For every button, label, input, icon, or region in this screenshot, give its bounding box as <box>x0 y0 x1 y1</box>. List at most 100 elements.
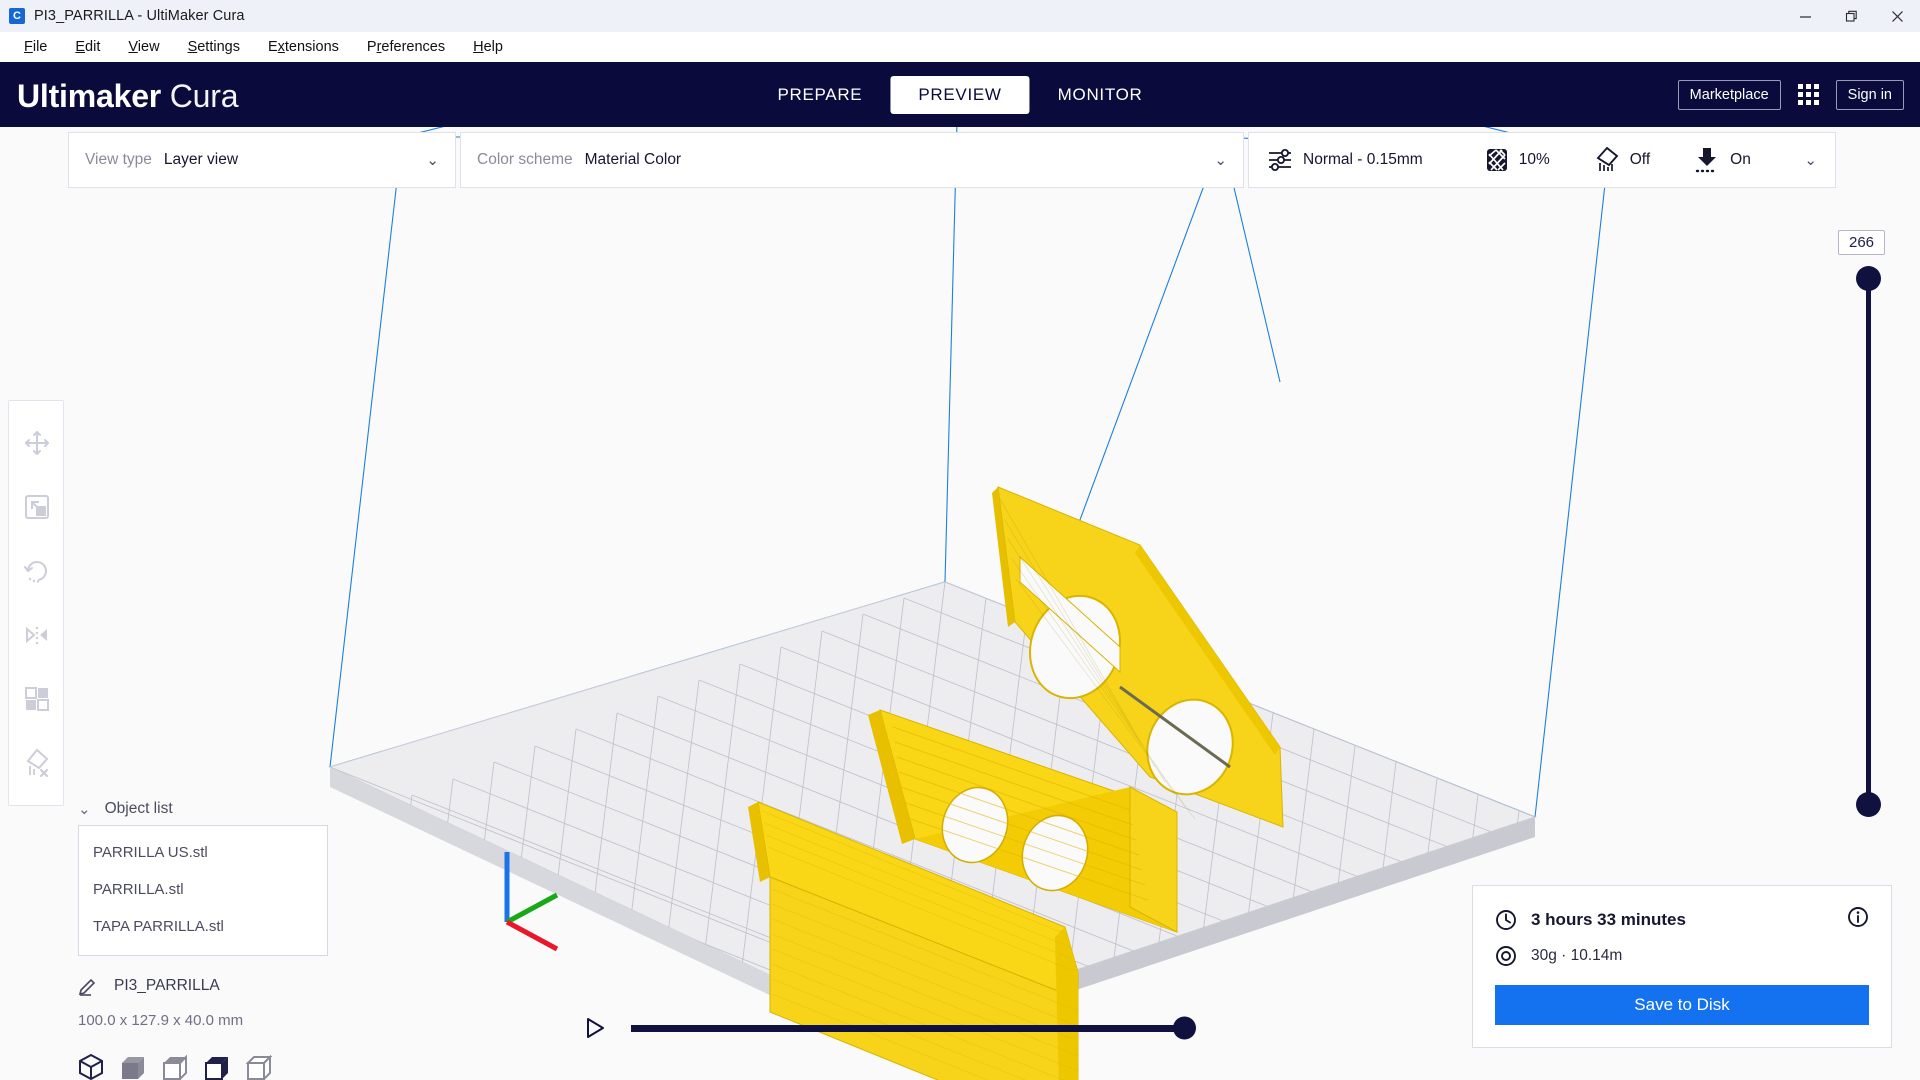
tab-prepare[interactable]: PREPARE <box>749 76 890 114</box>
view-top-icon[interactable] <box>162 1054 188 1080</box>
object-list-panel: ⌄ Object list PARRILLA US.stl PARRILLA.s… <box>78 800 328 1080</box>
preview-settings-bar: View type Layer view ⌄ Color scheme Mate… <box>68 132 1836 188</box>
support-item[interactable]: Off <box>1594 146 1650 174</box>
mirror-tool-button[interactable] <box>9 603 65 667</box>
profile-quality-item[interactable]: Normal - 0.15mm <box>1267 147 1423 173</box>
move-tool-button[interactable] <box>9 411 65 475</box>
apps-grid-icon[interactable] <box>1797 84 1819 105</box>
menu-view[interactable]: View <box>114 35 173 59</box>
spool-icon <box>1496 946 1516 966</box>
tab-preview[interactable]: PREVIEW <box>890 76 1030 114</box>
color-scheme-label: Color scheme <box>477 151 573 168</box>
adhesion-item[interactable]: On <box>1694 146 1751 174</box>
support-icon <box>1596 146 1619 171</box>
menu-extensions[interactable]: Extensions <box>254 35 353 59</box>
project-name-row[interactable]: PI3_PARRILLA <box>78 976 328 996</box>
menu-file[interactable]: File <box>10 35 61 59</box>
layer-slider[interactable]: 266 <box>1838 230 1898 820</box>
infill-value: 10% <box>1518 151 1550 168</box>
menu-settings[interactable]: Settings <box>174 35 254 59</box>
chevron-down-icon: ⌄ <box>426 152 439 169</box>
marketplace-button[interactable]: Marketplace <box>1677 79 1781 110</box>
view-type-dropdown[interactable]: View type Layer view ⌄ <box>68 132 456 188</box>
per-model-settings-button[interactable] <box>9 667 65 731</box>
tab-monitor[interactable]: MONITOR <box>1030 76 1171 114</box>
color-scheme-value: Material Color <box>584 151 682 168</box>
print-time-row: 3 hours 33 minutes <box>1495 906 1869 933</box>
header-actions: Marketplace Sign in <box>1677 62 1904 127</box>
object-list: PARRILLA US.stl PARRILLA.stl TAPA PARRIL… <box>78 825 328 956</box>
model-tools-panel <box>8 400 64 806</box>
per-model-settings-icon <box>25 687 49 711</box>
menu-file-label: ile <box>32 39 48 55</box>
path-slider-track[interactable] <box>631 1016 1196 1040</box>
scale-icon <box>25 495 49 519</box>
rotate-tool-button[interactable] <box>9 539 65 603</box>
project-dimensions: 100.0 x 127.9 x 40.0 mm <box>78 1012 244 1029</box>
stage-tabs: PREPARE PREVIEW MONITOR <box>749 76 1170 114</box>
menu-edit-label: dit <box>85 39 101 55</box>
minimize-icon <box>1799 15 1811 18</box>
adhesion-value: On <box>1730 151 1751 168</box>
mirror-icon <box>26 626 47 645</box>
app-header: Ultimaker Cura PREPARE PREVIEW MONITOR M… <box>0 62 1920 127</box>
play-icon[interactable] <box>585 1017 605 1039</box>
print-settings-expand-icon[interactable]: ⌄ <box>1804 151 1817 169</box>
maximize-button[interactable] <box>1828 0 1874 32</box>
project-info: PI3_PARRILLA 100.0 x 127.9 x 40.0 mm <box>78 976 328 1080</box>
support-blocker-icon <box>26 748 49 778</box>
logo-cura: Cura <box>169 78 239 114</box>
color-scheme-dropdown[interactable]: Color scheme Material Color ⌄ <box>460 132 1244 188</box>
print-info-button[interactable] <box>1847 906 1869 933</box>
menu-extensions-label: tensions <box>284 39 339 55</box>
menu-settings-label: ettings <box>197 39 240 55</box>
list-item[interactable]: TAPA PARRILLA.stl <box>79 908 327 945</box>
infill-item[interactable]: 10% <box>1485 147 1550 173</box>
pencil-icon <box>78 978 96 996</box>
cura-logo: Ultimaker Cura <box>17 78 239 115</box>
layer-slider-lower-handle[interactable] <box>1856 792 1881 817</box>
menu-bar: File Edit View Settings Extensions Prefe… <box>0 32 1920 62</box>
layer-slider-upper-handle[interactable] <box>1856 266 1881 291</box>
print-settings-selector[interactable]: Normal - 0.15mm 10% Off On ⌄ <box>1248 132 1836 188</box>
adhesion-icon <box>1695 148 1719 173</box>
chevron-down-icon: ⌄ <box>1214 152 1227 169</box>
list-item[interactable]: PARRILLA.stl <box>79 871 327 908</box>
material-value: 30g · 10.14m <box>1531 947 1623 964</box>
view-left-icon[interactable] <box>204 1055 230 1080</box>
menu-preferences[interactable]: Preferences <box>353 35 459 59</box>
menu-help[interactable]: Help <box>459 35 517 59</box>
menu-preferences-label: eferences <box>381 39 446 55</box>
support-blocker-button[interactable] <box>9 731 65 795</box>
profile-value: Normal - 0.15mm <box>1303 151 1423 168</box>
close-button[interactable] <box>1874 0 1920 32</box>
infill-grid-icon <box>1486 149 1507 171</box>
cura-app-icon: C <box>9 8 25 24</box>
sign-in-button[interactable]: Sign in <box>1835 79 1904 110</box>
path-slider[interactable] <box>585 1014 1196 1042</box>
menu-edit[interactable]: Edit <box>61 35 114 59</box>
object-list-header[interactable]: ⌄ Object list <box>78 800 328 825</box>
clock-icon <box>1496 909 1516 930</box>
layer-slider-track[interactable] <box>1866 272 1871 807</box>
path-slider-handle[interactable] <box>1173 1016 1196 1040</box>
window-title-bar: C PI3_PARRILLA - UltiMaker Cura <box>0 0 1920 32</box>
view-type-value: Layer view <box>163 151 239 168</box>
project-name: PI3_PARRILLA <box>114 977 220 994</box>
print-time-value: 3 hours 33 minutes <box>1531 909 1686 929</box>
list-item[interactable]: PARRILLA US.stl <box>79 834 327 871</box>
view-3d-icon[interactable] <box>78 1053 104 1080</box>
print-job-card: 3 hours 33 minutes 30g · 10.14m Save to … <box>1472 885 1892 1048</box>
support-value: Off <box>1629 151 1651 168</box>
object-list-title: Object list <box>104 800 173 817</box>
info-icon <box>1848 907 1868 927</box>
chevron-down-icon: ⌄ <box>78 801 91 818</box>
view-type-label: View type <box>85 151 152 168</box>
view-front-icon[interactable] <box>120 1055 146 1080</box>
save-to-disk-button[interactable]: Save to Disk <box>1495 985 1869 1025</box>
scale-tool-button[interactable] <box>9 475 65 539</box>
minimize-button[interactable] <box>1782 0 1828 32</box>
view-orientation-buttons <box>78 1053 328 1080</box>
view-right-icon[interactable] <box>245 1054 273 1080</box>
menu-view-label: iew <box>137 39 160 55</box>
